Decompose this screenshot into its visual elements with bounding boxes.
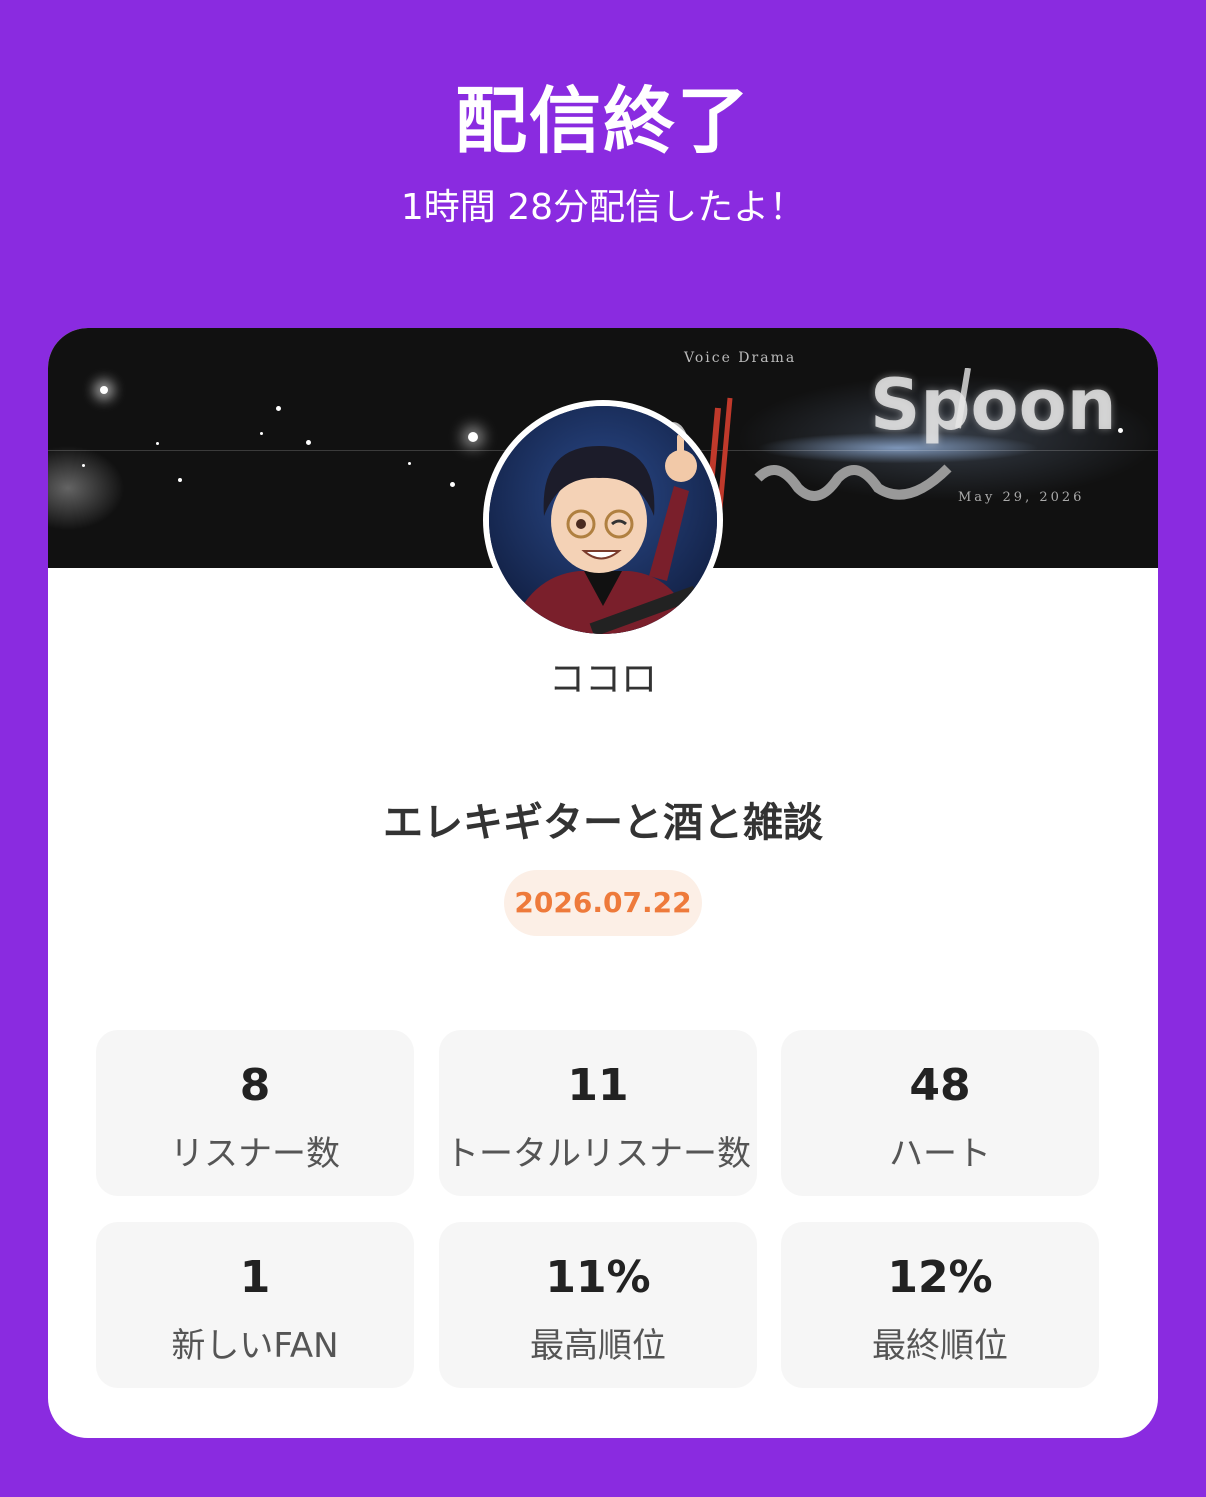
stat-highest-rank: 11% 最高順位	[439, 1222, 757, 1388]
stat-value: 1	[239, 1252, 271, 1303]
banner-date: May 29, 2026	[958, 490, 1085, 505]
stat-new-fans: 1 新しいFAN	[96, 1222, 414, 1388]
avatar[interactable]	[483, 400, 723, 640]
page-title: 配信終了	[454, 79, 751, 163]
stat-final-rank: 12% 最終順位	[781, 1222, 1099, 1388]
stat-value: 48	[909, 1060, 971, 1111]
stat-label: トータルリスナー数	[445, 1134, 751, 1174]
banner-caption: Voice Drama	[684, 350, 797, 366]
stat-value: 11	[567, 1060, 629, 1111]
stat-value: 12%	[887, 1252, 993, 1303]
stream-date-badge: 2026.07.22	[504, 870, 702, 936]
stat-listeners: 8 リスナー数	[96, 1030, 414, 1196]
stat-value: 11%	[545, 1252, 651, 1303]
stat-label: 最高順位	[530, 1326, 666, 1366]
avatar-character-image	[489, 406, 717, 634]
stat-label: リスナー数	[170, 1134, 340, 1174]
stat-label: 新しいFAN	[171, 1326, 339, 1366]
stat-value: 8	[239, 1060, 271, 1111]
stat-hearts: 48 ハート	[781, 1030, 1099, 1196]
stat-label: ハート	[889, 1134, 991, 1174]
stat-total-listeners: 11 トータルリスナー数	[439, 1030, 757, 1196]
spoon-logo-text: Spoon	[870, 364, 1117, 446]
stat-label: 最終順位	[872, 1326, 1008, 1366]
stream-duration-text: 1時間 28分配信したよ！	[400, 187, 806, 228]
streamer-name: ココロ	[548, 659, 657, 700]
stream-summary-card: Voice Drama Spoon May 29, 2026 ココロ エレキギタ…	[48, 328, 1158, 1438]
stream-title: エレキギターと酒と雑談	[383, 800, 823, 846]
